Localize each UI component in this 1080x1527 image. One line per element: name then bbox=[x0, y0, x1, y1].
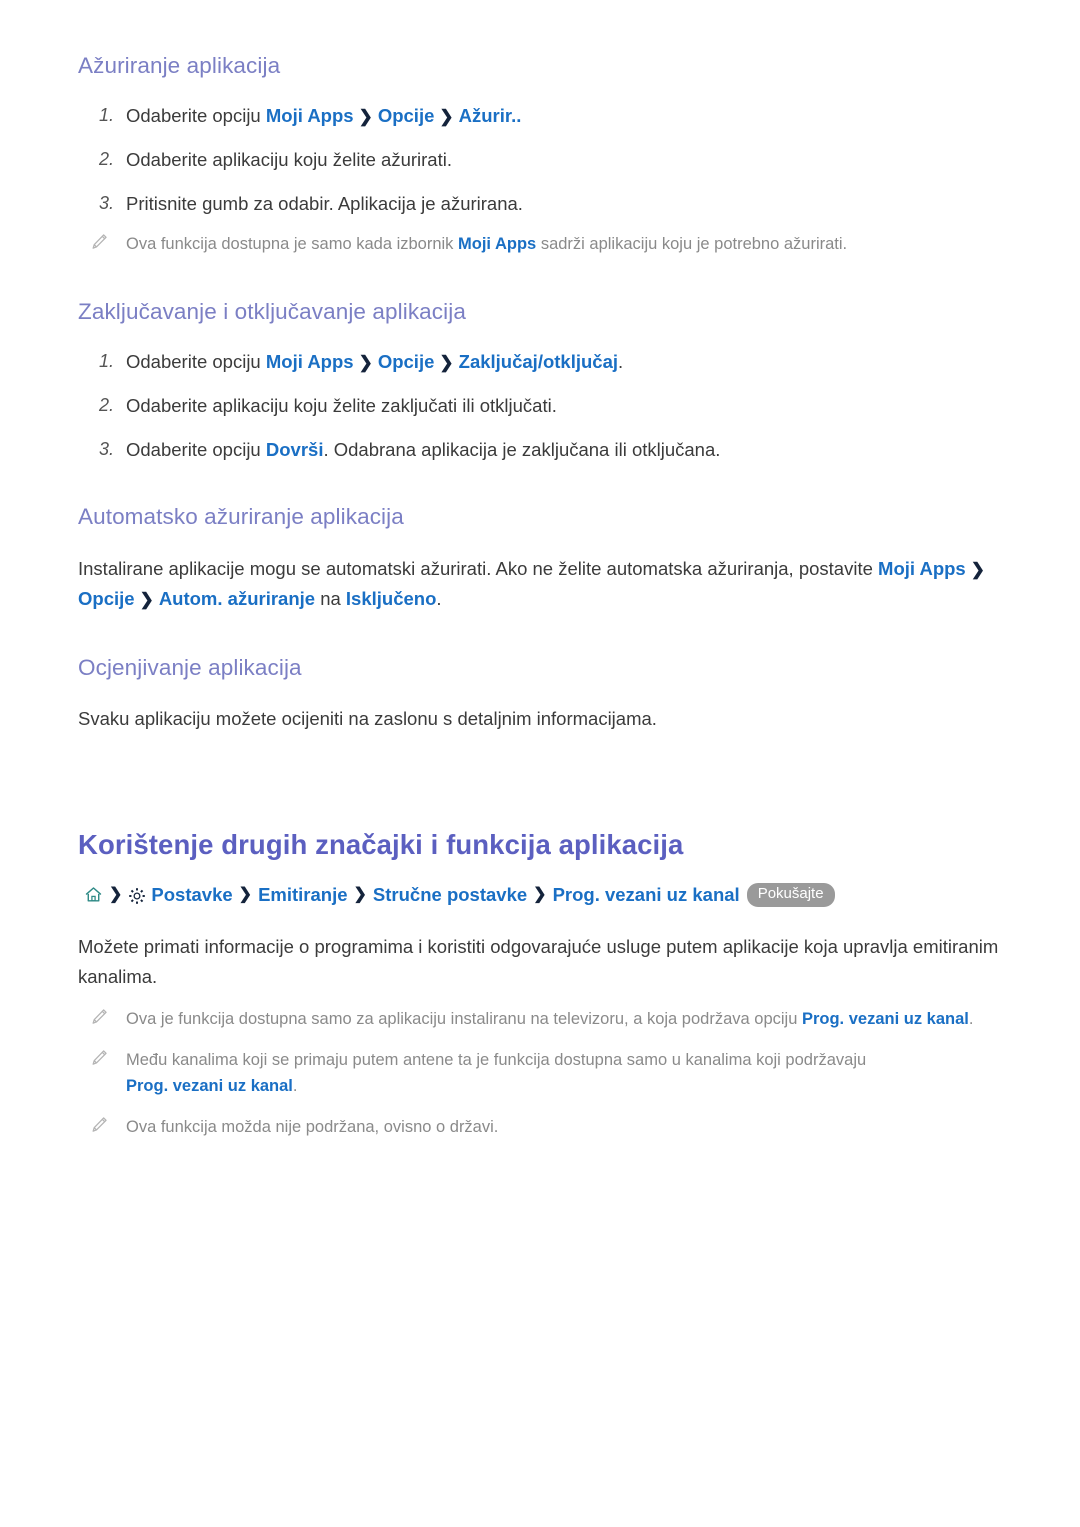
menu-link-opcije[interactable]: Opcije bbox=[378, 105, 435, 126]
steps-list-lock-unlock-apps: 1. Odaberite opciju Moji Apps ❯ Opcije ❯ Zak… bbox=[78, 348, 1002, 463]
chevron-right-icon: ❯ bbox=[439, 107, 454, 127]
pencil-icon bbox=[90, 1008, 108, 1026]
step-suffix: . Odabrana aplikacija je zaključana ili … bbox=[323, 438, 721, 460]
step-item: 3. Pritisnite gumb za odabir. Aplikacija… bbox=[78, 190, 1002, 218]
manual-page: Ažuriranje aplikacija 1. Odaberite opcij… bbox=[0, 0, 1080, 1527]
step-text: Odaberite opciju Moji Apps ❯ Opcije ❯ Ažurir… bbox=[126, 105, 521, 126]
paragraph-auto-update: Instalirane aplikacije mogu se automatsk… bbox=[78, 554, 1002, 614]
menu-link-autom-azuriranje[interactable]: Autom. ažuriranje bbox=[159, 588, 315, 609]
menu-value-iskljuceno[interactable]: Isključeno bbox=[346, 588, 436, 609]
note-after: sadrži aplikaciju koju je potrebno ažuri… bbox=[536, 235, 848, 254]
menu-link-azurir[interactable]: Ažurir.. bbox=[459, 105, 522, 126]
section-auto-update-apps: Automatsko ažuriranje aplikacija Instali… bbox=[78, 503, 1002, 613]
menu-link-prog-vezani-uz-kanal[interactable]: Prog. vezani uz kanal bbox=[126, 1077, 293, 1095]
step-suffix: . bbox=[618, 351, 624, 373]
note-text: Ova je funkcija dostupna samo za aplikac… bbox=[126, 1010, 973, 1028]
steps-list-update-apps: 1. Odaberite opciju Moji Apps ❯ Opcije ❯ Ažu… bbox=[78, 102, 1002, 217]
chevron-right-icon: ❯ bbox=[439, 353, 454, 373]
section-update-apps: Ažuriranje aplikacija 1. Odaberite opcij… bbox=[78, 52, 1002, 258]
step-number: 1. bbox=[98, 105, 114, 126]
chevron-right-icon: ❯ bbox=[238, 885, 253, 903]
note-item: Ova funkcija dostupna je samo kada izbor… bbox=[78, 231, 1002, 258]
gear-icon bbox=[128, 886, 146, 904]
paragraph-before: Instalirane aplikacije mogu se automatsk… bbox=[78, 557, 879, 579]
step-prefix: Odaberite opciju bbox=[126, 105, 266, 127]
section-rate-apps: Ocjenjivanje aplikacija Svaku aplikaciju… bbox=[78, 654, 1002, 734]
chevron-right-icon: ❯ bbox=[358, 353, 373, 373]
step-prefix: Odaberite opciju bbox=[126, 438, 266, 460]
step-number: 2. bbox=[98, 148, 114, 169]
pencil-icon bbox=[90, 1049, 108, 1067]
step-item: 1. Odaberite opciju Moji Apps ❯ Opcije ❯ Ažu… bbox=[78, 102, 1002, 130]
breadcrumb: ❯ Postavke ❯ Emitiranje ❯ Stručne postav… bbox=[78, 882, 1002, 908]
step-text: Odaberite aplikaciju koju želite zaključ… bbox=[126, 394, 557, 416]
chevron-right-icon: ❯ bbox=[109, 885, 123, 903]
section-heading-lock-unlock-apps: Zaključavanje i otključavanje aplikacija bbox=[78, 299, 466, 325]
menu-link-moji-apps[interactable]: Moji Apps bbox=[266, 105, 354, 126]
note-text: Među kanalima koji se primaju putem ante… bbox=[126, 1051, 866, 1096]
try-now-button[interactable]: Pokušajte bbox=[746, 883, 835, 907]
chevron-right-icon: ❯ bbox=[353, 885, 367, 903]
breadcrumb-item-emitiranje[interactable]: Emitiranje bbox=[258, 882, 347, 908]
menu-link-opcije[interactable]: Opcije bbox=[78, 588, 135, 609]
note-item: Ova funkcija možda nije podržana, ovisno… bbox=[78, 1114, 1002, 1141]
paragraph-other-features: Možete primati informacije o programima … bbox=[78, 935, 999, 987]
pencil-icon bbox=[90, 1116, 108, 1134]
menu-link-moji-apps[interactable]: Moji Apps bbox=[458, 235, 536, 253]
step-text: Odaberite opciju Dovrši. Odabrana aplika… bbox=[126, 439, 720, 460]
section-other-features: Korištenje drugih značajki i funkcija ap… bbox=[78, 828, 1002, 1141]
note-after: . bbox=[968, 1009, 974, 1028]
menu-link-opcije[interactable]: Opcije bbox=[378, 351, 435, 372]
section-heading-update-apps: Ažuriranje aplikacija bbox=[78, 53, 281, 78]
home-icon[interactable] bbox=[84, 885, 103, 904]
chevron-right-icon: ❯ bbox=[139, 589, 154, 609]
note-item: Među kanalima koji se primaju putem ante… bbox=[78, 1047, 1002, 1100]
step-item: 1. Odaberite opciju Moji Apps ❯ Opcije ❯ Zak… bbox=[78, 348, 1002, 376]
page-title: Korištenje drugih značajki i funkcija ap… bbox=[78, 828, 684, 860]
paragraph-rate-apps: Svaku aplikaciju možete ocijeniti na zas… bbox=[78, 707, 657, 729]
breadcrumb-item-strucne-postavke[interactable]: Stručne postavke bbox=[373, 882, 527, 908]
step-number: 2. bbox=[98, 394, 114, 415]
step-text: Pritisnite gumb za odabir. Aplikacija je… bbox=[126, 192, 523, 214]
section-lock-unlock-apps: Zaključavanje i otključavanje aplikacija… bbox=[78, 298, 1002, 463]
section-heading-auto-update-apps: Automatsko ažuriranje aplikacija bbox=[78, 504, 404, 530]
menu-link-prog-vezani-uz-kanal[interactable]: Prog. vezani uz kanal bbox=[802, 1010, 969, 1028]
note-item: Ova je funkcija dostupna samo za aplikac… bbox=[78, 1006, 1002, 1033]
chevron-right-icon: ❯ bbox=[358, 107, 373, 127]
step-number: 1. bbox=[98, 351, 114, 372]
step-item: 2. Odaberite aplikaciju koju želite zakl… bbox=[78, 392, 1002, 420]
paragraph-after: . bbox=[436, 587, 442, 609]
note-before: Ova je funkcija dostupna samo za aplikac… bbox=[126, 1009, 802, 1028]
chevron-right-icon: ❯ bbox=[970, 559, 985, 579]
note-before: Među kanalima koji se primaju putem ante… bbox=[126, 1050, 867, 1069]
menu-link-dovrsi[interactable]: Dovrši bbox=[266, 439, 324, 460]
paragraph-middle: na bbox=[315, 587, 346, 609]
breadcrumb-item-postavke[interactable]: Postavke bbox=[151, 882, 232, 908]
note-before: Ova funkcija dostupna je samo kada izbor… bbox=[126, 235, 459, 254]
note-text: Ova funkcija možda nije podržana, ovisno… bbox=[126, 1117, 499, 1136]
step-number: 3. bbox=[98, 192, 114, 213]
step-prefix: Odaberite opciju bbox=[126, 351, 266, 373]
section-heading-rate-apps: Ocjenjivanje aplikacija bbox=[78, 654, 302, 680]
note-text: Ova funkcija dostupna je samo kada izbor… bbox=[126, 235, 847, 253]
note-after: . bbox=[292, 1077, 298, 1096]
step-text: Odaberite opciju Moji Apps ❯ Opcije ❯ Zaklju… bbox=[126, 351, 623, 372]
step-number: 3. bbox=[98, 438, 114, 459]
chevron-right-icon: ❯ bbox=[533, 885, 547, 903]
breadcrumb-item-prog-vezani-uz-kanal[interactable]: Prog. vezani uz kanal bbox=[553, 882, 740, 908]
menu-link-moji-apps[interactable]: Moji Apps bbox=[878, 558, 966, 579]
step-text: Odaberite aplikaciju koju želite ažurira… bbox=[126, 148, 452, 170]
step-item: 2. Odaberite aplikaciju koju želite ažur… bbox=[78, 146, 1002, 174]
step-item: 3. Odaberite opciju Dovrši. Odabrana apl… bbox=[78, 436, 1002, 464]
pencil-icon bbox=[90, 233, 108, 251]
menu-link-moji-apps[interactable]: Moji Apps bbox=[266, 351, 354, 372]
menu-link-zakljucaj-otkljucaj[interactable]: Zaključaj/otključaj bbox=[459, 351, 618, 372]
